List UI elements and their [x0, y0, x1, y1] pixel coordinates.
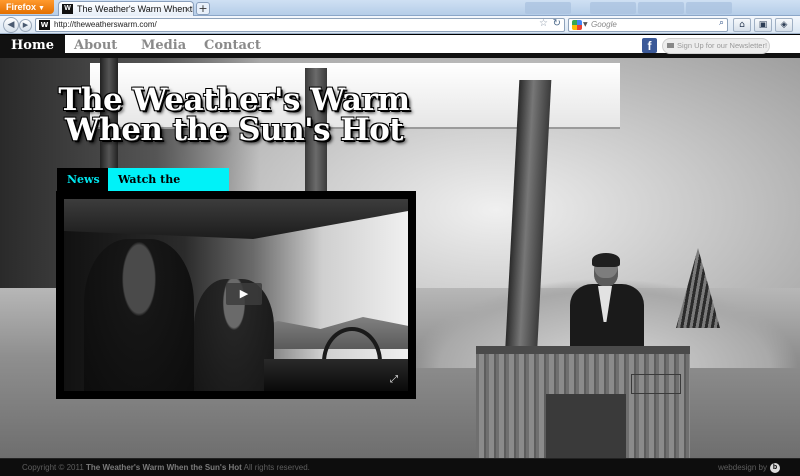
- search-icon[interactable]: ⌕: [719, 18, 724, 28]
- firefox-menu-button[interactable]: Firefox ▼: [0, 0, 54, 14]
- copyright-text: Copyright © 2011 The Weather's Warm When…: [22, 459, 310, 476]
- site-navigation: Home About Media Contact f Sign Up for o…: [0, 35, 800, 57]
- dashboard: [264, 359, 408, 391]
- home-button[interactable]: ⌂: [733, 18, 751, 32]
- home-icon: ⌂: [739, 20, 745, 30]
- site-footer: Copyright © 2011 The Weather's Warm When…: [0, 458, 800, 476]
- play-icon: ▶: [239, 287, 249, 300]
- chevron-down-icon[interactable]: ▼: [583, 19, 588, 31]
- copyright-name: The Weather's Warm When the Sun's Hot: [86, 463, 242, 472]
- site-favicon-icon: W: [62, 4, 73, 14]
- close-tab-icon[interactable]: x: [186, 2, 191, 16]
- copyright-prefix: Copyright © 2011: [22, 463, 84, 472]
- browser-tab-bar: Firefox▼ W The Weather's Warm When the S…: [0, 0, 800, 16]
- bookmark-item[interactable]: [686, 2, 732, 14]
- site-title-line-2: When the Sun's Hot: [64, 112, 404, 148]
- credit-text: webdesign by: [718, 463, 767, 472]
- url-text[interactable]: http://theweatherswarm.com/: [54, 19, 157, 31]
- wooden-desk: [476, 346, 690, 458]
- newsletter-placeholder: Sign Up for our Newsletter!: [677, 41, 768, 50]
- back-arrow-icon: ◀: [7, 20, 15, 30]
- tab-news[interactable]: News: [57, 168, 108, 191]
- back-button[interactable]: ◀: [3, 17, 19, 33]
- google-icon[interactable]: [572, 20, 582, 30]
- site-title-line-1: The Weather's Warm: [58, 82, 410, 118]
- nav-media[interactable]: Media: [141, 35, 186, 57]
- new-tab-button[interactable]: +: [196, 2, 210, 15]
- bookmark-item[interactable]: [525, 2, 571, 14]
- bookmark-star-icon[interactable]: ☆: [539, 18, 548, 29]
- passenger: [84, 239, 194, 391]
- tab-title: The Weather's Warm When the Sun's Ho...: [77, 4, 193, 14]
- nav-about[interactable]: About: [74, 35, 117, 57]
- desk-opening: [546, 394, 626, 458]
- search-placeholder: Google: [591, 20, 617, 29]
- desk-drawer: [631, 374, 681, 394]
- trailer-video-player[interactable]: ▶ ⤢: [56, 191, 416, 399]
- car-roof: [64, 199, 408, 239]
- puzzle-icon: ◈: [780, 20, 788, 30]
- reload-icon[interactable]: ↻: [553, 18, 561, 29]
- nav-contact[interactable]: Contact: [204, 35, 261, 57]
- fullscreen-icon[interactable]: ⤢: [390, 375, 400, 385]
- designer-credit[interactable]: webdesign by b: [718, 459, 780, 476]
- bookmark-item[interactable]: [590, 2, 636, 14]
- facebook-icon[interactable]: f: [642, 38, 657, 53]
- site-title: The Weather's Warm When the Sun's Hot: [34, 82, 434, 148]
- nav-home[interactable]: Home: [0, 35, 65, 57]
- envelope-icon: [667, 43, 674, 48]
- browser-nav-bar: ◀ ▶ W http://theweatherswarm.com/ ☆ ↻ ▼ …: [0, 16, 800, 34]
- addon-button[interactable]: ◈: [775, 18, 793, 32]
- hair: [592, 253, 620, 267]
- site-favicon-icon: W: [39, 20, 50, 30]
- web-page: Home About Media Contact f Sign Up for o…: [0, 35, 800, 476]
- firefox-menu-label: Firefox: [6, 2, 37, 12]
- search-bar[interactable]: ▼ Google ⌕: [568, 18, 728, 32]
- bookmarks-icon: ▣: [758, 20, 768, 30]
- bookmarks-menu-button[interactable]: ▣: [754, 18, 772, 32]
- browser-tab[interactable]: W The Weather's Warm When the Sun's Ho..…: [58, 1, 194, 16]
- forward-button[interactable]: ▶: [19, 19, 32, 32]
- bookmark-item[interactable]: [638, 2, 684, 14]
- tab-watch-trailer[interactable]: Watch the Trailer: [108, 168, 229, 209]
- address-bar[interactable]: W http://theweatherswarm.com/ ☆ ↻: [35, 18, 565, 32]
- man-in-suit: [564, 253, 646, 356]
- chevron-down-icon: ▼: [38, 5, 45, 12]
- forward-arrow-icon: ▶: [22, 21, 29, 29]
- copyright-suffix: All rights reserved.: [243, 463, 310, 472]
- video-frame[interactable]: ▶ ⤢: [64, 199, 408, 391]
- play-button[interactable]: ▶: [226, 283, 262, 305]
- newsletter-signup-field[interactable]: Sign Up for our Newsletter!: [662, 38, 770, 54]
- designer-logo-icon[interactable]: b: [770, 462, 780, 473]
